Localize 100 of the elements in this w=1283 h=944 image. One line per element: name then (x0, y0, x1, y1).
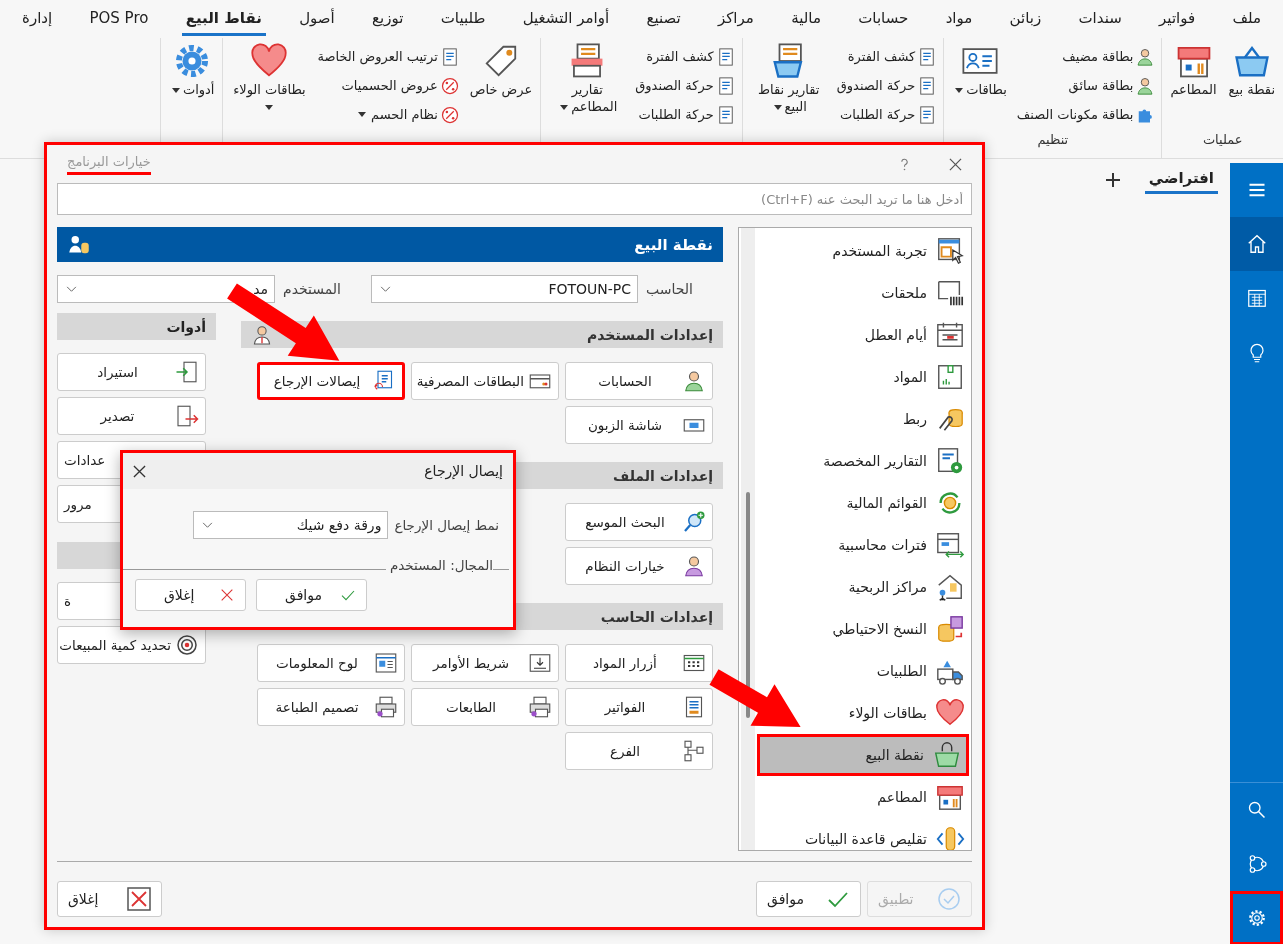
panel-title: نقطة البيع (634, 235, 713, 254)
category-item[interactable]: ربط (757, 398, 969, 440)
group-label: تنظيم (1037, 132, 1069, 147)
settings-button[interactable]: شريط الأوامر (411, 644, 559, 682)
category-item[interactable]: المواد (757, 356, 969, 398)
ribbon-button[interactable]: بطاقة سائق (1014, 71, 1158, 100)
close-icon[interactable] (949, 157, 962, 171)
menu-tab[interactable]: نقاط البيع (181, 2, 266, 36)
category-item[interactable]: مراكز الربحية (757, 566, 969, 608)
nav-button[interactable] (1230, 217, 1283, 271)
settings-button[interactable]: الفواتير (565, 688, 713, 726)
ribbon-button[interactable]: بطاقات الولاء (227, 38, 312, 120)
settings-button[interactable]: الفرع (565, 732, 713, 770)
ribbon-button[interactable]: نقطة بيع (1224, 38, 1279, 103)
ribbon-button[interactable]: كشف الفترة (633, 42, 738, 71)
tool-icon (175, 633, 199, 657)
category-item[interactable]: تقليص قاعدة البيانات (757, 818, 969, 850)
settings-icon (528, 695, 552, 719)
menu-tab[interactable]: مالية (787, 2, 825, 36)
category-item[interactable]: ملحقات (757, 272, 969, 314)
tool-button[interactable]: استيراد (57, 353, 206, 391)
menu-tab[interactable]: سندات (1074, 2, 1126, 36)
ribbon-button[interactable]: بطاقات (948, 38, 1011, 103)
ribbon-button[interactable]: بطاقة مكونات الصنف (1014, 100, 1158, 129)
menu-tab[interactable]: تصنيع (642, 2, 685, 36)
settings-button[interactable]: الحسابات (565, 362, 713, 400)
menu-tab[interactable]: فواتير (1155, 2, 1200, 36)
settings-button[interactable]: إيصالات الإرجاع (257, 362, 405, 400)
ribbon-button[interactable]: كشف الفترة (834, 42, 940, 71)
category-item[interactable]: فترات محاسبية (757, 524, 969, 566)
menu-tab[interactable]: توزيع (368, 2, 408, 36)
menu-tab[interactable]: أوامر التشغيل (518, 2, 614, 36)
ribbon-icon (1135, 46, 1156, 67)
ribbon-button[interactable]: حركة الطلبات (633, 100, 738, 129)
ribbon-icon (1135, 75, 1156, 96)
category-item[interactable]: نقطة البيع (757, 734, 969, 776)
settings-icon (374, 695, 398, 719)
ok-button[interactable]: موافق (256, 579, 367, 611)
category-item[interactable]: الطلبيات (757, 650, 969, 692)
category-item[interactable]: النسخ الاحتياطي (757, 608, 969, 650)
category-item[interactable]: التقارير المخصصة (757, 440, 969, 482)
tool-button[interactable]: تحديد كمية المبيعات (57, 626, 206, 664)
settings-button[interactable]: خيارات النظام (565, 547, 713, 585)
chevron-down-icon (66, 285, 77, 293)
close-button[interactable]: إغلاق (57, 881, 162, 917)
menu-tab[interactable]: أصول (295, 2, 339, 36)
ribbon-button[interactable]: عرض خاص (465, 38, 537, 103)
ribbon-button[interactable]: حركة الصندوق (633, 71, 738, 100)
settings-button[interactable]: أزرار المواد (565, 644, 713, 682)
ribbon-button[interactable]: حركة الطلبات (834, 100, 940, 129)
ribbon-button[interactable]: نظام الحسم (315, 100, 462, 129)
category-item[interactable]: أيام العطل (757, 314, 969, 356)
ribbon-button[interactable]: أدوات (164, 38, 219, 103)
ribbon-button[interactable]: بطاقة مضيف (1014, 42, 1158, 71)
menu-tab[interactable]: زبائن (1005, 2, 1046, 36)
menu-tab[interactable]: مراكز (713, 2, 758, 36)
category-icon (935, 698, 965, 728)
settings-button[interactable]: البطاقات المصرفية (411, 362, 559, 400)
settings-button[interactable]: البحث الموسع (565, 503, 713, 541)
menu-tab[interactable]: ملف (1228, 2, 1265, 36)
ribbon-button[interactable]: تقارير نقاط البيع (746, 38, 831, 120)
category-icon (935, 446, 965, 476)
ribbon-button[interactable]: ترتيب العروض الخاصة (315, 42, 462, 71)
user-icon (251, 323, 273, 346)
settings-button[interactable]: الطابعات (411, 688, 559, 726)
category-item[interactable]: القوائم المالية (757, 482, 969, 524)
ribbon-button[interactable]: تقارير المطاعم (545, 38, 630, 120)
scrollbar[interactable] (741, 228, 755, 850)
user-dropdown[interactable]: مد (57, 275, 275, 303)
category-item[interactable]: المطاعم (757, 776, 969, 818)
ok-button[interactable]: موافق (756, 881, 861, 917)
group-label: عمليات (1202, 132, 1243, 147)
close-button[interactable]: إغلاق (135, 579, 246, 611)
ribbon-icon (439, 104, 460, 125)
close-icon[interactable] (133, 464, 146, 478)
receipt-style-dropdown[interactable]: ورقة دفع شيك (193, 511, 389, 539)
add-tab-icon[interactable] (1104, 171, 1121, 188)
workspace-tab[interactable]: افتراضي (1144, 165, 1218, 194)
ribbon-button[interactable]: المطاعم (1166, 38, 1221, 103)
menu-tab[interactable]: حسابات (854, 2, 913, 36)
settings-button[interactable]: لوح المعلومات (257, 644, 405, 682)
settings-button[interactable]: تصميم الطباعة (257, 688, 405, 726)
menu-tab[interactable]: POS Pro (85, 2, 153, 36)
menu-tab[interactable]: طلبيات (436, 2, 490, 36)
settings-button[interactable]: شاشة الزبون (565, 406, 713, 444)
menu-tab[interactable]: مواد (941, 2, 977, 36)
tool-button[interactable]: تصدير (57, 397, 206, 435)
help-icon[interactable] (900, 157, 909, 171)
chevron-down-icon (380, 285, 391, 293)
ribbon-icon (439, 75, 460, 96)
ribbon-button[interactable]: عروض الحسميات (315, 71, 462, 100)
category-icon (935, 572, 965, 602)
computer-dropdown[interactable]: FOTOUN-PC (371, 275, 639, 303)
caret-icon (560, 104, 569, 110)
nav-button[interactable] (1230, 891, 1283, 944)
category-icon (935, 320, 965, 350)
category-item[interactable]: تجربة المستخدم (757, 230, 969, 272)
menu-tab[interactable]: إدارة (18, 2, 57, 36)
settings-icon (528, 651, 552, 675)
ribbon-button[interactable]: حركة الصندوق (834, 71, 940, 100)
